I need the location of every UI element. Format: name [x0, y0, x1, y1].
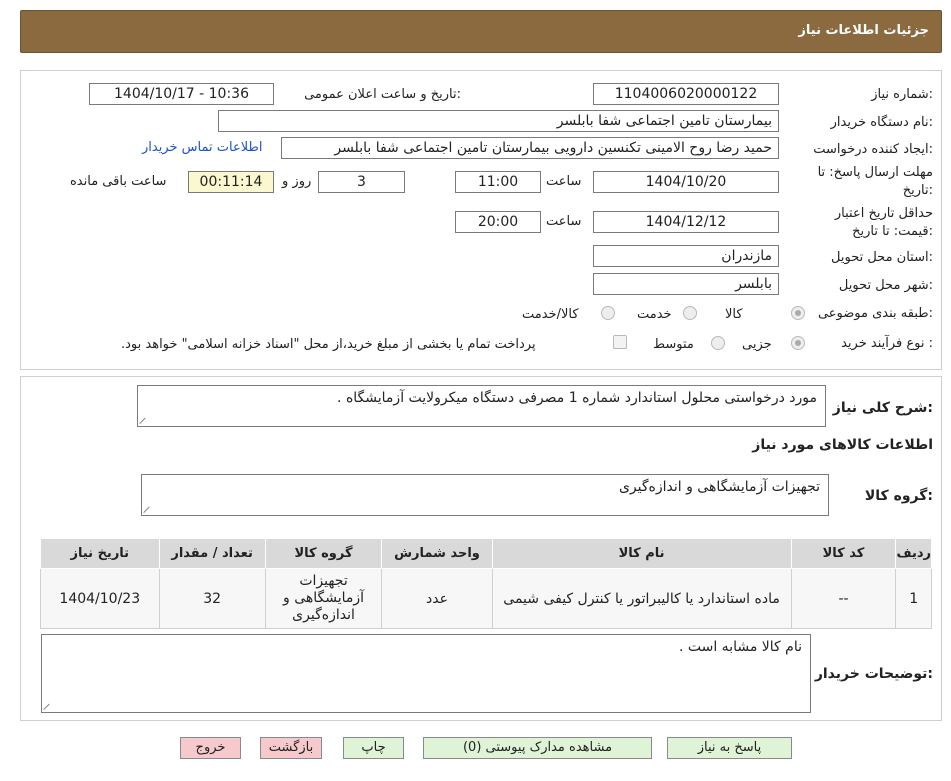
goods-group-label: گروه کالا:: [864, 488, 933, 504]
cell-name: ماده استاندارد یا کالیبراتور یا کنترل کی…: [491, 568, 792, 629]
exit-button[interactable]: خروج: [180, 737, 241, 759]
cell-unit: عدد: [381, 568, 493, 629]
col-row: ردیف: [895, 538, 932, 569]
resize-grip-icon[interactable]: [140, 416, 148, 424]
summary-textarea[interactable]: مورد درخواستی محلول استاندارد شماره 1 مص…: [137, 385, 826, 427]
treasury-checkbox[interactable]: [613, 335, 627, 349]
city-value: بابلسر: [593, 273, 779, 295]
page-header: جزئیات اطلاعات نیاز: [20, 10, 942, 53]
table-row: 1 -- ماده استاندارد یا کالیبراتور یا کنت…: [40, 568, 932, 629]
validity-time-label: ساعت: [546, 214, 582, 229]
validity-time: 20:00: [455, 211, 541, 233]
col-unit: واحد شمارش: [381, 538, 493, 569]
province-label: استان محل تحویل:: [831, 250, 933, 265]
deadline-time-label: ساعت: [546, 174, 582, 189]
validity-label: حداقل تاریخ اعتبار: [834, 206, 933, 221]
category-label: طبقه بندی موضوعی:: [817, 306, 933, 321]
process-radio-minor[interactable]: [791, 336, 805, 350]
process-radio-medium[interactable]: [711, 336, 725, 350]
buyer-org-label: نام دستگاه خریدار:: [830, 115, 933, 130]
summary-text: مورد درخواستی محلول استاندارد شماره 1 مص…: [337, 390, 817, 406]
col-qty: تعداد / مقدار: [158, 538, 266, 569]
need-number-value: 1104006020000122: [593, 83, 779, 105]
process-option-medium: متوسط: [653, 337, 694, 352]
col-group: گروه کالا: [264, 538, 383, 569]
cell-row: 1: [895, 568, 932, 629]
category-option-goods: کالا: [725, 307, 743, 322]
buyer-notes-label: توضیحات خریدار:: [814, 666, 933, 682]
validity-label-2: قیمت: تا تاریخ:: [852, 224, 933, 239]
process-label: نوع فرآیند خرید :: [841, 336, 933, 351]
buyer-notes-text: نام کالا مشابه است .: [678, 639, 802, 655]
goods-group-text: تجهیزات آزمایشگاهی و اندازه‌گیری: [618, 479, 820, 495]
days-label: روز و: [282, 174, 312, 189]
cell-date: 1404/10/23: [40, 568, 160, 629]
validity-date: 1404/12/12: [593, 211, 779, 233]
time-remaining-label: ساعت باقی مانده: [70, 174, 167, 189]
deadline-date: 1404/10/20: [593, 171, 779, 193]
category-option-service: خدمت: [637, 307, 672, 322]
summary-label: شرح کلی نیاز:: [832, 400, 933, 416]
category-option-goods-service: کالا/خدمت: [522, 307, 579, 322]
resize-grip-icon[interactable]: [44, 702, 52, 710]
col-date: تاریخ نیاز: [40, 538, 160, 569]
category-radio-goods-service[interactable]: [601, 306, 615, 320]
buyer-notes-textarea[interactable]: نام کالا مشابه است .: [41, 634, 811, 713]
announce-label: تاریخ و ساعت اعلان عمومی:: [304, 87, 461, 102]
buyer-contact-link[interactable]: اطلاعات تماس خریدار: [142, 140, 262, 155]
col-code: کد کالا: [790, 538, 897, 569]
city-label: شهر محل تحویل:: [838, 278, 933, 293]
goods-section-title: اطلاعات کالاهای مورد نیاز: [752, 437, 933, 453]
goods-group-textarea[interactable]: تجهیزات آزمایشگاهی و اندازه‌گیری: [141, 474, 829, 516]
province-value: مازندران: [593, 245, 779, 267]
time-remaining: 00:11:14: [188, 171, 274, 193]
col-name: نام کالا: [491, 538, 792, 569]
goods-table-header: ردیف کد کالا نام کالا واحد شمارش گروه کا…: [40, 538, 932, 569]
reply-button[interactable]: پاسخ به نیاز: [667, 737, 792, 759]
goods-table: ردیف کد کالا نام کالا واحد شمارش گروه کا…: [40, 538, 932, 629]
buyer-org-value: بیمارستان تامین اجتماعی شفا بابلسر: [218, 110, 779, 132]
print-button[interactable]: چاپ: [343, 737, 404, 759]
deadline-label: مهلت ارسال پاسخ: تا: [817, 165, 933, 180]
view-attachments-button[interactable]: مشاهده مدارک پیوستی (0): [423, 737, 652, 759]
deadline-time: 11:00: [455, 171, 541, 193]
category-radio-goods[interactable]: [791, 306, 805, 320]
resize-grip-icon[interactable]: [144, 505, 152, 513]
payment-note: پرداخت تمام یا بخشی از مبلغ خرید،از محل …: [121, 337, 536, 352]
category-radio-service[interactable]: [683, 306, 697, 320]
days-remaining: 3: [318, 171, 405, 193]
process-option-minor: جزیی: [742, 337, 772, 352]
cell-group: تجهیزات آزمایشگاهی و اندازه‌گیری: [264, 568, 383, 629]
need-number-label: شماره نیاز:: [871, 87, 933, 102]
announce-value: 1404/10/17 - 10:36: [89, 83, 274, 105]
cell-code: --: [790, 568, 897, 629]
page-title: جزئیات اطلاعات نیاز: [798, 23, 929, 38]
deadline-label-2: تاریخ:: [902, 183, 933, 198]
creator-label: ایجاد کننده درخواست:: [813, 142, 933, 157]
back-button[interactable]: بازگشت: [260, 737, 322, 759]
cell-qty: 32: [158, 568, 266, 629]
creator-value: حمید رضا روح الامینی تکنسین دارویی بیمار…: [281, 137, 779, 159]
